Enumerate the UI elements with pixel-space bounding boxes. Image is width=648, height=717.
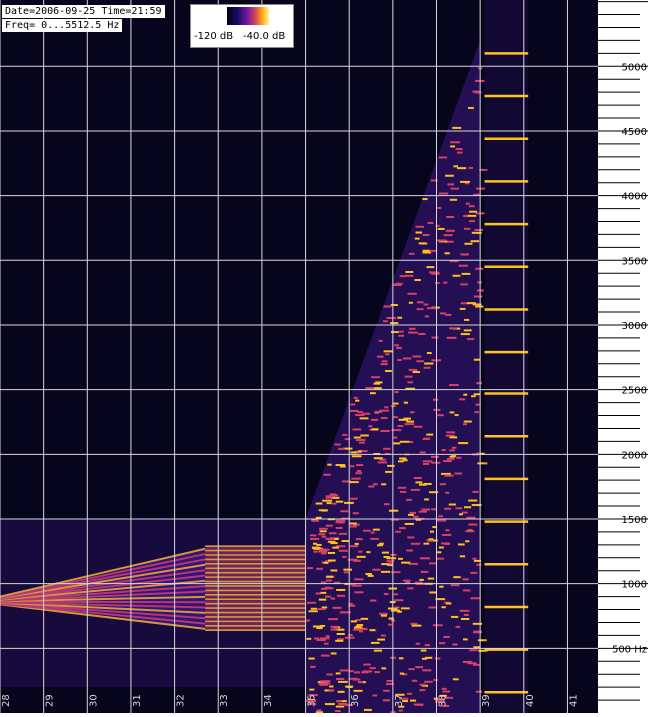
date-time-label: Date=2006-09-25 Time=21:59 [2, 5, 165, 18]
x-tick-label: 33 [219, 694, 230, 707]
y-tick-label: 3500 [622, 256, 647, 267]
band-floor [0, 519, 306, 687]
x-tick-label: 36 [350, 694, 361, 707]
y-tick-label: 4500 [622, 127, 647, 138]
x-tick-label: 32 [176, 694, 187, 707]
x-tick-label: 28 [1, 694, 12, 707]
y-tick-label: 500 Hz [612, 644, 647, 655]
x-tick-label: 37 [394, 694, 405, 707]
x-tick-label: 30 [88, 694, 99, 707]
colorbar-max-label: -40.0 dB [243, 31, 285, 42]
color-legend: -120 dB -40.0 dB [190, 4, 294, 48]
y-tick-label: 4000 [622, 192, 647, 203]
spectrogram-svg: 28 29 30 31 32 33 34 35 36 37 38 39 40 41 [0, 0, 598, 713]
y-tick-label: 2000 [622, 450, 647, 461]
y-tick-marks: 500 Hz 1000 1500 2000 2500 3000 3500 4000 4500 50… [598, 2, 648, 700]
y-tick-label: 2500 [622, 386, 647, 397]
x-tick-label: 40 [525, 694, 536, 707]
y-tick-label: 1000 [622, 580, 647, 591]
x-tick-label: 34 [263, 694, 274, 707]
frequency-range-label: Freq= 0...5512.5 Hz [2, 19, 122, 32]
x-tick-label: 29 [45, 694, 56, 707]
spectrogram-plot: 28 29 30 31 32 33 34 35 36 37 38 39 40 41 [0, 0, 598, 713]
x-tick-label: 41 [568, 694, 579, 707]
frequency-axis: 500 Hz 1000 1500 2000 2500 3000 3500 4000 4500 50… [598, 0, 648, 713]
colorbar-min-label: -120 dB [194, 31, 233, 42]
x-tick-label: 35 [307, 694, 318, 707]
frequency-axis-svg: 500 Hz 1000 1500 2000 2500 3000 3500 4000 4500 50… [598, 0, 648, 713]
y-tick-label: 1500 [622, 515, 647, 526]
y-tick-label: 3000 [622, 321, 647, 332]
y-tick-label: 5000 [622, 62, 647, 73]
x-tick-label: 31 [132, 694, 143, 707]
x-tick-label: 39 [481, 694, 492, 707]
x-tick-label: 38 [437, 694, 448, 707]
colorbar [227, 7, 269, 25]
